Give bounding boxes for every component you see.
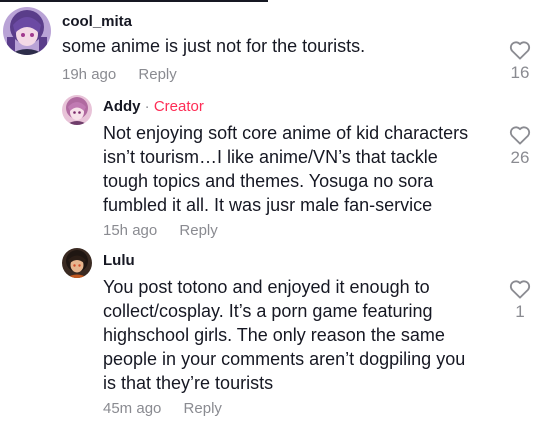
comment-line: collect/cosplay. It’s a porn game featur… xyxy=(103,301,433,321)
comment-text: some anime is just not for the tourists. xyxy=(62,35,365,58)
like-button[interactable]: 1 xyxy=(505,279,535,322)
comment-line: some anime is just not for the tourists. xyxy=(62,36,366,56)
comment-time: 19h ago xyxy=(62,66,117,83)
comment-text: You post totono and enjoyed it enough to… xyxy=(103,275,465,395)
comment-line: is that they’re tourists xyxy=(103,373,274,393)
reply-button[interactable]: Reply xyxy=(179,222,217,239)
anime-girl-avatar-icon xyxy=(3,7,51,55)
avatar[interactable] xyxy=(62,248,92,278)
comment-username[interactable]: Lulu xyxy=(103,252,135,269)
username[interactable]: cool_mita xyxy=(62,13,132,30)
heart-outline-icon[interactable] xyxy=(509,40,531,60)
like-count: 1 xyxy=(515,302,525,321)
heart-outline-icon[interactable] xyxy=(509,279,531,299)
top-divider xyxy=(0,0,268,2)
creator-badge: Creator xyxy=(153,98,204,115)
comment-line: people in your comments aren’t dogpiling… xyxy=(103,349,466,369)
comment-line: fumbled it all. It was jusr male fan-ser… xyxy=(103,195,433,215)
comment-meta: 15h ago Reply xyxy=(103,222,218,239)
like-button[interactable]: 26 xyxy=(505,125,535,168)
comment-username[interactable]: Addy · Creator xyxy=(103,98,204,115)
anime-girl-avatar-icon xyxy=(62,248,92,278)
heart-outline-icon[interactable] xyxy=(509,125,531,145)
comment-line: tough topics and themes. Yosuga no sora xyxy=(103,171,434,191)
like-button[interactable]: 16 xyxy=(505,40,535,83)
anime-girl-avatar-icon xyxy=(62,95,92,125)
comment-line: highschool girls. The only reason the sa… xyxy=(103,325,445,345)
username[interactable]: Lulu xyxy=(103,252,135,269)
avatar[interactable] xyxy=(3,7,51,55)
avatar[interactable] xyxy=(62,95,92,125)
reply-button[interactable]: Reply xyxy=(184,400,222,417)
comment-time: 15h ago xyxy=(103,222,158,239)
comment-text: Not enjoying soft core anime of kid char… xyxy=(103,121,468,217)
separator-dot: · xyxy=(140,98,154,115)
comment-meta: 19h ago Reply xyxy=(62,66,177,83)
username[interactable]: Addy xyxy=(103,98,141,115)
like-count: 16 xyxy=(510,63,530,82)
like-count: 26 xyxy=(510,148,530,167)
comment-time: 45m ago xyxy=(103,400,162,417)
comment-line: Not enjoying soft core anime of kid char… xyxy=(103,123,469,143)
comment-meta: 45m ago Reply xyxy=(103,400,222,417)
comment-line: You post totono and enjoyed it enough to xyxy=(103,277,430,297)
comment-line: isn’t tourism…I like anime/VN’s that tac… xyxy=(103,147,438,167)
reply-button[interactable]: Reply xyxy=(138,66,176,83)
comment-username[interactable]: cool_mita xyxy=(62,13,132,30)
